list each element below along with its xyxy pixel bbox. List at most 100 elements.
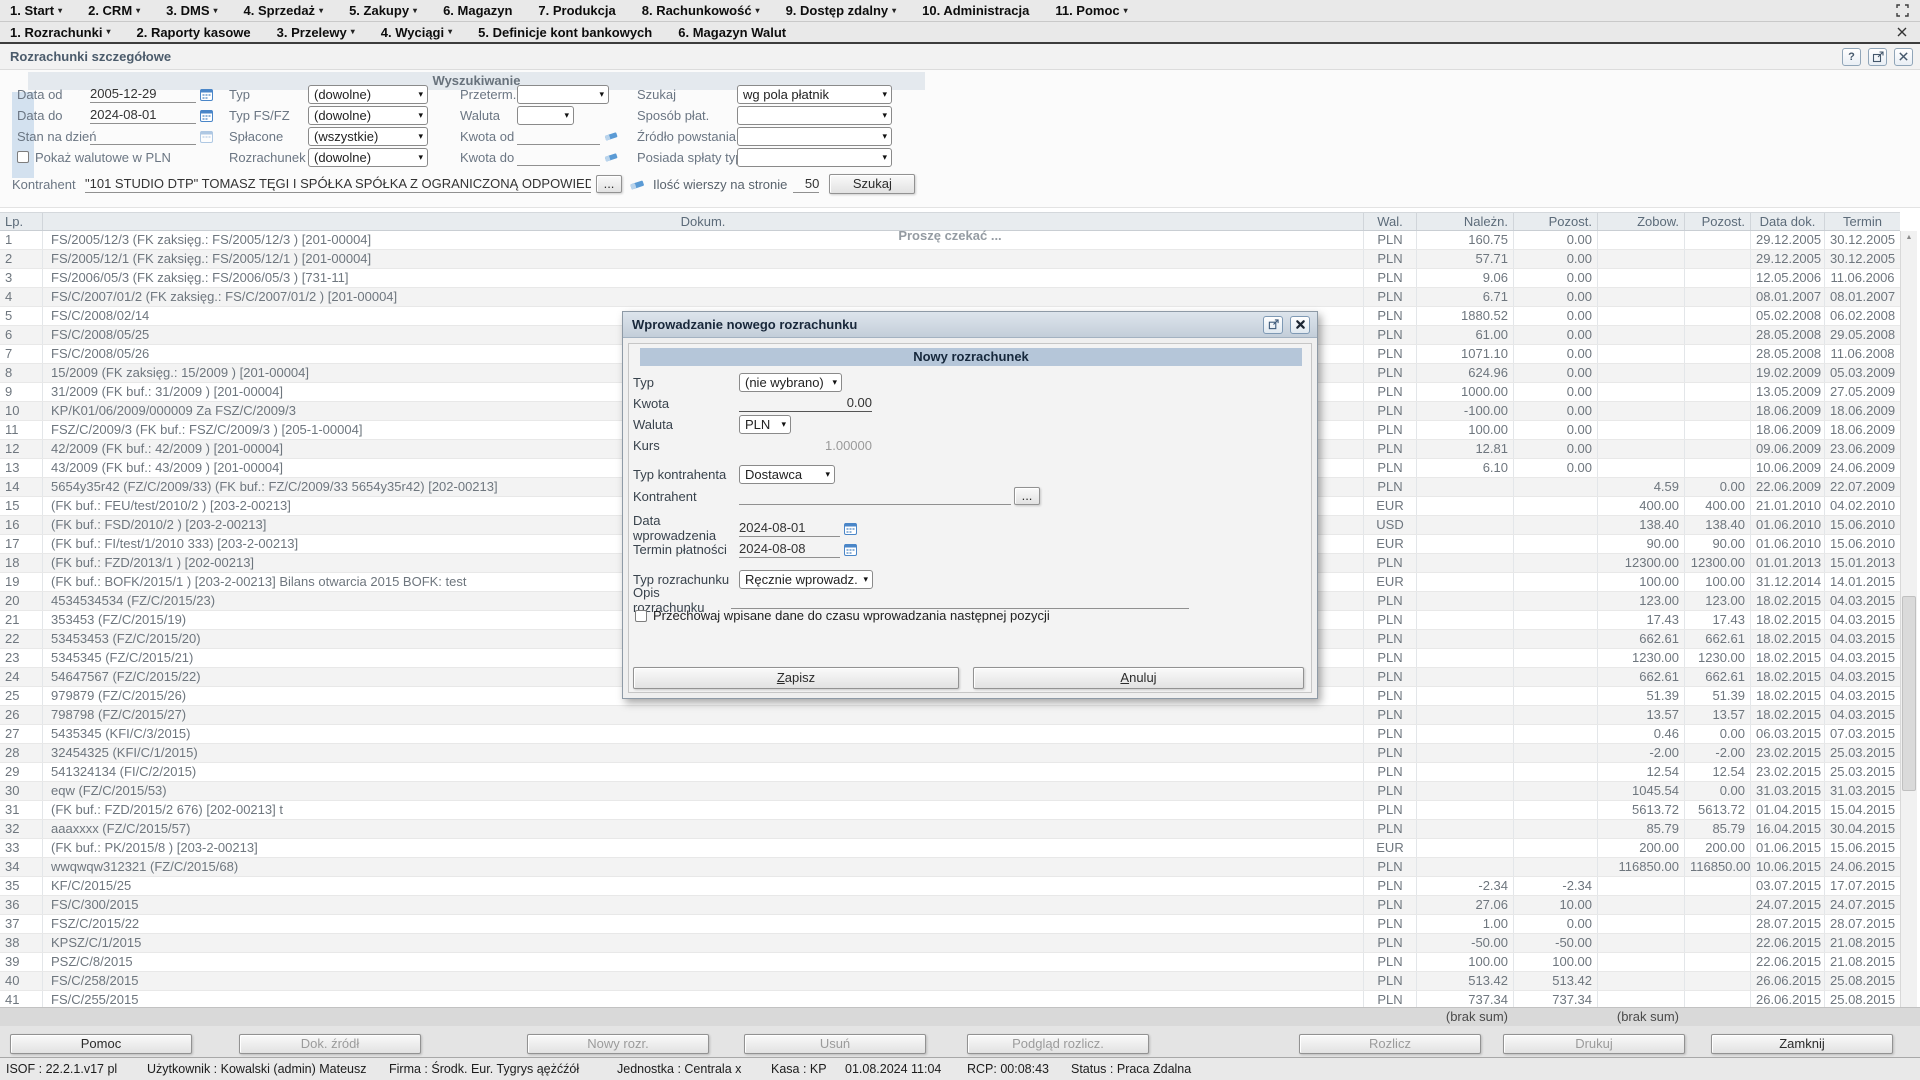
menu-item-1[interactable]: 1. Start▾ [10, 3, 74, 18]
typ-select[interactable]: (dowolne)▾ [308, 85, 428, 104]
calendar-icon[interactable] [844, 522, 857, 535]
przeterm-select[interactable]: ▾ [517, 85, 609, 104]
zrodlo-powstania-select[interactable]: ▾ [737, 127, 892, 146]
table-row[interactable]: 39PSZ/C/8/2015PLN100.00100.0022.06.20152… [0, 953, 1900, 972]
cancel-button[interactable]: Anuluj [973, 667, 1304, 689]
table-row[interactable]: 4FS/C/2007/01/2 (FK zaksięg.: FS/C/2007/… [0, 288, 1900, 307]
table-row[interactable]: 31(FK buf.: FZD/2015/2 676) [202-00213] … [0, 801, 1900, 820]
submenu-item-6[interactable]: 6. Magazyn Walut [678, 25, 798, 40]
fullscreen-icon[interactable] [1892, 2, 1912, 20]
popout-button[interactable] [1868, 48, 1887, 66]
menu-item-11[interactable]: 11. Pomoc▾ [1055, 3, 1139, 18]
data-od-input[interactable]: 2005-12-29 [90, 86, 196, 103]
menu-item-7[interactable]: 7. Produkcja [538, 3, 627, 18]
pokaz-walutowe-checkbox[interactable] [17, 151, 29, 163]
close-panel-button[interactable] [1894, 48, 1913, 66]
table-row[interactable]: 26798798 (FZ/C/2015/27)PLN13.5713.5718.0… [0, 706, 1900, 725]
dialog-typ-rozrachunku-select[interactable]: Ręcznie wprowadz.▾ [739, 570, 873, 589]
kwota-do-input[interactable] [517, 149, 600, 166]
calendar-icon[interactable] [200, 88, 213, 101]
column-header[interactable]: Lp. [0, 213, 42, 230]
typ-fsfz-select[interactable]: (dowolne)▾ [308, 106, 428, 125]
footer-button-podgląd-rozlicz-[interactable]: Podgląd rozlicz. [967, 1034, 1149, 1054]
eraser-icon[interactable] [629, 178, 645, 191]
table-row[interactable]: 32aaaxxxx (FZ/C/2015/57)PLN85.7985.7916.… [0, 820, 1900, 839]
close-module-icon[interactable] [1892, 23, 1912, 41]
column-header[interactable]: Termin [1824, 213, 1900, 230]
table-row[interactable]: 36FS/C/300/2015PLN27.0610.0024.07.201524… [0, 896, 1900, 915]
dialog-titlebar[interactable]: Wprowadzanie nowego rozrachunku [623, 312, 1317, 338]
menu-item-8[interactable]: 8. Rachunkowość▾ [642, 3, 772, 18]
waluta-select[interactable]: ▾ [517, 106, 574, 125]
table-row[interactable]: 30eqw (FZ/C/2015/53)PLN1045.540.0031.03.… [0, 782, 1900, 801]
column-header[interactable]: Pozost. [1684, 213, 1750, 230]
column-header[interactable]: Pozost. [1513, 213, 1597, 230]
dialog-popout-button[interactable] [1263, 316, 1283, 334]
table-row[interactable]: 33(FK buf.: PK/2015/8 ) [203-2-00213]EUR… [0, 839, 1900, 858]
footer-button-zamknij[interactable]: Zamknij [1711, 1034, 1893, 1054]
calendar-icon[interactable] [200, 130, 213, 143]
column-header[interactable]: Należn. [1416, 213, 1513, 230]
splacone-select[interactable]: (wszystkie)▾ [308, 127, 428, 146]
kwota-od-input[interactable] [517, 128, 600, 145]
keep-data-checkbox[interactable] [635, 610, 647, 622]
dialog-data-wprowadzenia-input[interactable]: 2024-08-01 [739, 520, 840, 537]
table-row[interactable]: 2FS/2005/12/1 (FK zaksięg.: FS/2005/12/1… [0, 250, 1900, 269]
footer-button-pomoc[interactable]: Pomoc [10, 1034, 192, 1054]
menu-item-2[interactable]: 2. CRM▾ [88, 3, 152, 18]
submenu-item-2[interactable]: 2. Raporty kasowe [136, 25, 262, 40]
footer-button-rozlicz[interactable]: Rozlicz [1299, 1034, 1481, 1054]
eraser-icon[interactable] [604, 151, 618, 163]
menu-item-9[interactable]: 9. Dostęp zdalny▾ [786, 3, 909, 18]
footer-button-usuń[interactable]: Usuń [744, 1034, 926, 1054]
menu-item-10[interactable]: 10. Administracja [922, 3, 1041, 18]
column-header[interactable]: Wal. [1363, 213, 1416, 230]
dialog-waluta-select[interactable]: PLN▾ [739, 415, 791, 434]
menu-item-5[interactable]: 5. Zakupy▾ [349, 3, 429, 18]
table-row[interactable]: 34wwqwqw312321 (FZ/C/2015/68)PLN116850.0… [0, 858, 1900, 877]
column-header[interactable]: Dokum. [42, 213, 1363, 230]
submenu-item-1[interactable]: 1. Rozrachunki▾ [10, 25, 122, 40]
submenu-item-3[interactable]: 3. Przelewy▾ [277, 25, 367, 40]
footer-button-drukuj[interactable]: Drukuj [1503, 1034, 1685, 1054]
table-row[interactable]: 37FSZ/C/2015/22PLN1.000.0028.07.201528.0… [0, 915, 1900, 934]
scroll-up-icon[interactable]: ▲ [1901, 231, 1917, 244]
save-button[interactable]: Zapisz [633, 667, 959, 689]
rows-per-page-input[interactable]: 50 [793, 176, 819, 193]
footer-button-dok-źródł[interactable]: Dok. źródł [239, 1034, 421, 1054]
table-row[interactable]: 3FS/2006/05/3 (FK zaksięg.: FS/2006/05/3… [0, 269, 1900, 288]
footer-button-nowy-rozr-[interactable]: Nowy rozr. [527, 1034, 709, 1054]
dialog-kwota-input[interactable]: 0.00 [739, 395, 872, 412]
column-header[interactable]: Data dok. [1750, 213, 1824, 230]
submenu-item-4[interactable]: 4. Wyciągi▾ [381, 25, 464, 40]
help-button[interactable]: ? [1842, 48, 1861, 66]
table-row[interactable]: 40FS/C/258/2015PLN513.42513.4226.06.2015… [0, 972, 1900, 991]
eraser-icon[interactable] [604, 130, 618, 142]
dialog-kontrahent-input[interactable] [739, 488, 1011, 505]
table-row[interactable]: 1FS/2005/12/3 (FK zaksięg.: FS/2005/12/3… [0, 231, 1900, 250]
menu-item-6[interactable]: 6. Magazyn [443, 3, 524, 18]
menu-item-3[interactable]: 3. DMS▾ [166, 3, 229, 18]
szukaj-wg-select[interactable]: wg pola płatnik▾ [737, 85, 892, 104]
submenu-item-5[interactable]: 5. Definicje kont bankowych [478, 25, 664, 40]
sposob-plat-select[interactable]: ▾ [737, 106, 892, 125]
dialog-kontrahent-browse-button[interactable]: ... [1014, 487, 1040, 505]
kontrahent-browse-button[interactable]: ... [596, 175, 622, 193]
posiada-splaty-select[interactable]: ▾ [737, 148, 892, 167]
dialog-typ-select[interactable]: (nie wybrano)▾ [739, 373, 842, 392]
dialog-opis-input[interactable] [731, 592, 1189, 609]
table-row[interactable]: 35KF/C/2015/25PLN-2.34-2.3403.07.201517.… [0, 877, 1900, 896]
rozrachunek-z-select[interactable]: (dowolne)▾ [308, 148, 428, 167]
table-row[interactable]: 2832454325 (KFI/C/1/2015)PLN-2.00-2.0023… [0, 744, 1900, 763]
table-row[interactable]: 38KPSZ/C/1/2015PLN-50.00-50.0022.06.2015… [0, 934, 1900, 953]
table-scrollbar[interactable]: ▲ ▼ [1900, 231, 1917, 1026]
data-do-input[interactable]: 2024-08-01 [90, 107, 196, 124]
stan-na-dzien-input[interactable] [90, 128, 196, 145]
calendar-icon[interactable] [200, 109, 213, 122]
dialog-close-button[interactable] [1290, 316, 1310, 334]
table-row[interactable]: 29541324134 (FI/C/2/2015)PLN12.5412.5423… [0, 763, 1900, 782]
column-header[interactable]: Zobow. [1597, 213, 1684, 230]
menu-item-4[interactable]: 4. Sprzedaż▾ [244, 3, 336, 18]
dialog-typ-kontrahenta-select[interactable]: Dostawca▾ [739, 465, 835, 484]
scrollbar-thumb[interactable] [1902, 596, 1916, 791]
